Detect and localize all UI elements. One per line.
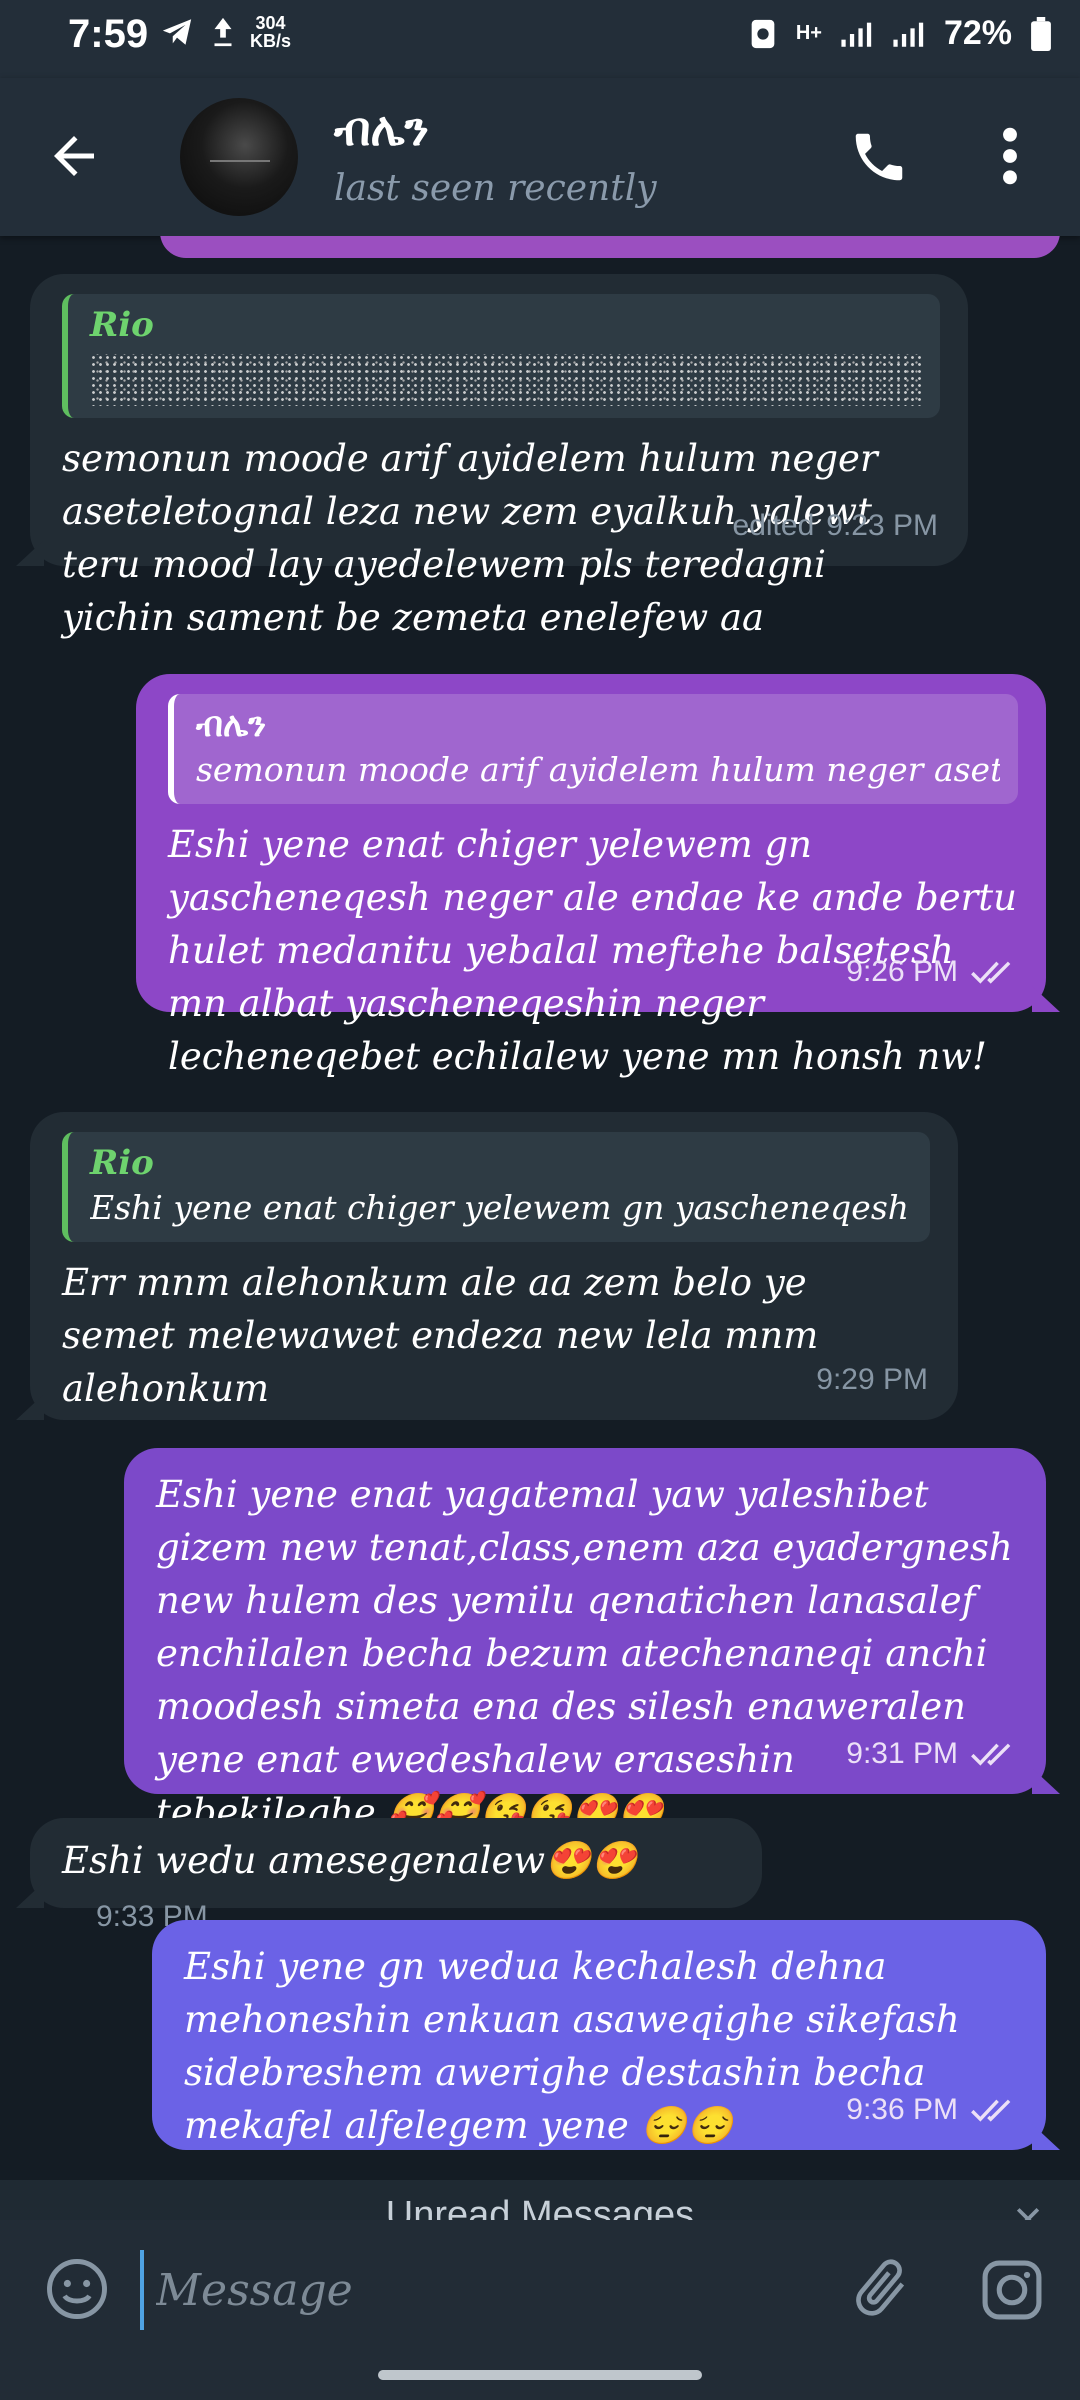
signal-icon (841, 22, 872, 47)
telegram-icon (162, 19, 192, 45)
reply-text: Eshi yene enat chiger yelewem gn yaschen… (90, 1188, 912, 1227)
battery-icon (1031, 16, 1051, 51)
back-arrow-icon[interactable] (44, 126, 104, 186)
emoji-icon[interactable] (44, 2256, 110, 2322)
upload-icon (214, 17, 232, 47)
edited-label: edited (732, 509, 815, 542)
network-type: H+ (795, 22, 822, 44)
last-seen-status: last seen recently (334, 168, 657, 209)
signal-icon-2 (893, 22, 924, 47)
status-left-icons: 304 KB/s (158, 14, 291, 50)
reply-sender: ብሌን (196, 705, 267, 745)
more-vertical-icon[interactable] (990, 124, 1030, 188)
message-meta: edited 9:23 PM (733, 499, 938, 552)
close-icon[interactable]: ✕ (1012, 2198, 1044, 2220)
message-meta: 9:29 PM (816, 1353, 928, 1406)
reply-sender: Rio (90, 305, 154, 345)
spoiler-text[interactable] (90, 354, 922, 406)
message-bubble-incoming[interactable]: Eshi wedu amesegenalew😍😍 9:33 PM (16, 1818, 762, 1933)
network-speed: 304 KB/s (250, 13, 292, 51)
message-time: 9:29 PM (816, 1363, 928, 1396)
message-bubble-incoming[interactable]: Rio semonun moode arif ayidelem hulum ne… (16, 274, 968, 639)
double-check-icon (971, 1743, 1011, 1766)
message-time: 9:31 PM (846, 1737, 958, 1770)
status-bar: 7:59 304 KB/s H+ 72% (0, 0, 1080, 78)
message-text: Eshi yene enat yagatemal yaw yaleshibet … (156, 1473, 1013, 1834)
reply-quote[interactable]: Rio Eshi yene enat chiger yelewem gn yas… (62, 1132, 930, 1242)
previous-message-edge (160, 236, 1060, 258)
message-bubble-outgoing[interactable]: ብሌን semonun moode arif ayidelem hulum ne… (136, 674, 1060, 1078)
avatar[interactable] (180, 98, 298, 216)
status-time: 7:59 (68, 12, 149, 56)
home-indicator[interactable] (378, 2370, 702, 2380)
message-meta: 9:36 PM (846, 2083, 1016, 2136)
reply-quote[interactable]: Rio (62, 294, 940, 418)
double-check-icon (971, 961, 1011, 984)
chat-header: ብሌን last seen recently (0, 78, 1080, 236)
call-icon[interactable] (848, 126, 910, 188)
message-meta: 9:26 PM (846, 945, 1016, 998)
message-bubble-outgoing[interactable]: Eshi yene gn wedua kechalesh dehna mehon… (152, 1920, 1060, 2150)
message-input[interactable] (140, 2250, 796, 2330)
attach-icon[interactable] (846, 2250, 916, 2328)
data-saver-icon (751, 19, 775, 48)
double-check-icon (971, 2099, 1011, 2122)
battery-percent: 72% (943, 14, 1012, 52)
instagram-icon[interactable] (978, 2256, 1046, 2324)
status-right-icons: H+ 72% (748, 14, 1052, 53)
message-list[interactable]: Rio semonun moode arif ayidelem hulum ne… (0, 236, 1080, 2180)
message-text: Eshi wedu amesegenalew😍😍 (62, 1839, 638, 1882)
reply-text: semonun moode arif ayidelem hulum neger … (196, 750, 1000, 789)
reply-quote[interactable]: ብሌን semonun moode arif ayidelem hulum ne… (168, 694, 1018, 804)
reply-sender: Rio (90, 1143, 154, 1183)
message-time: 9:26 PM (846, 955, 958, 988)
message-time: 9:36 PM (846, 2093, 958, 2126)
contact-name[interactable]: ብሌን (334, 102, 429, 158)
message-text: Err mnm alehonkum ale aa zem belo ye sem… (62, 1261, 819, 1410)
message-bubble-outgoing[interactable]: Eshi yene enat yagatemal yaw yaleshibet … (124, 1448, 1060, 1834)
message-bubble-incoming[interactable]: Rio Eshi yene enat chiger yelewem gn yas… (16, 1112, 958, 1420)
message-time: 9:23 PM (826, 509, 938, 542)
unread-messages-label: Unread Messages (385, 2194, 695, 2220)
message-meta: 9:31 PM (846, 1727, 1016, 1780)
unread-messages-banner[interactable]: Unread Messages ✕ (0, 2180, 1080, 2220)
